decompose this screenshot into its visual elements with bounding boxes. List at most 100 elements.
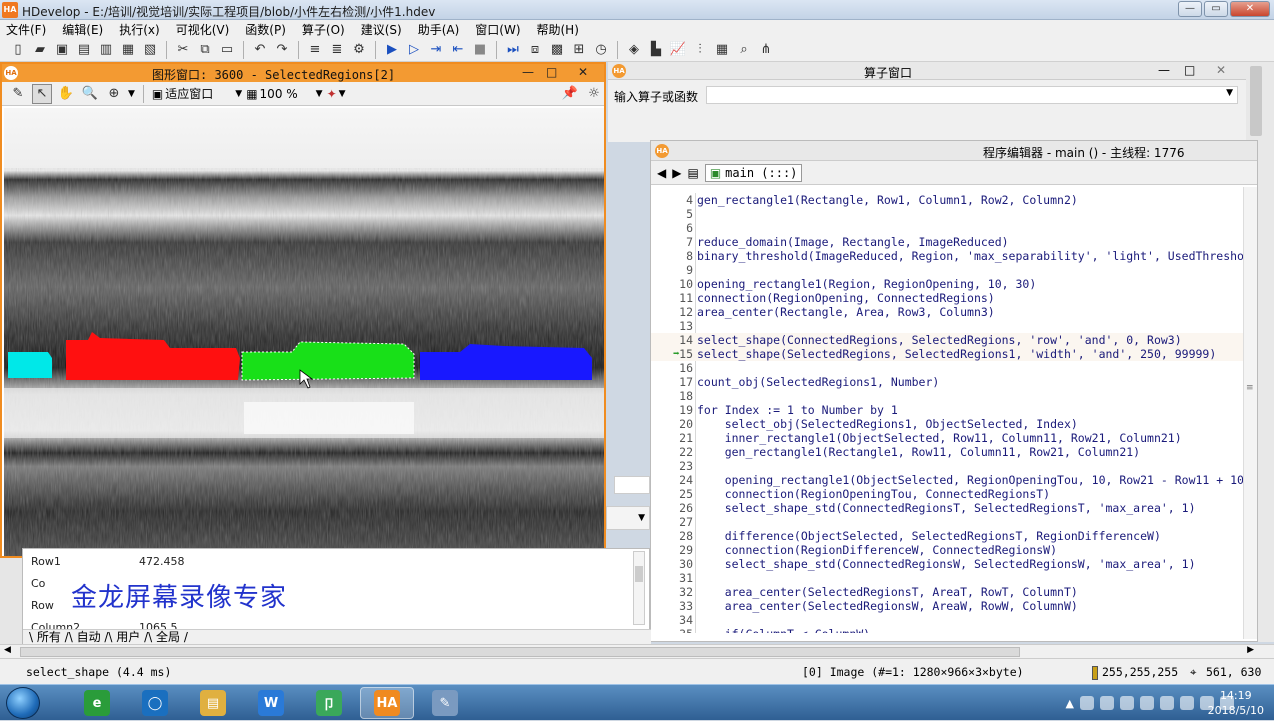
tray-app-icon[interactable]	[1180, 696, 1194, 710]
code-line[interactable]: 24 opening_rectangle1(ObjectSelected, Re…	[651, 473, 1251, 487]
properties-icon[interactable]: ▧	[140, 40, 160, 60]
run-icon[interactable]: ▶	[382, 40, 402, 60]
clock[interactable]: 14:19 2018/5/10	[1208, 688, 1264, 718]
scroll-thumb[interactable]	[20, 647, 1020, 657]
code-line[interactable]: 34	[651, 613, 1251, 627]
chevron-down-icon[interactable]: ▼	[128, 89, 135, 99]
stop-icon[interactable]: ■	[470, 40, 490, 60]
variable-tabs[interactable]: \ 所有 /\ 自动 /\ 用户 /\ 全局 /	[23, 629, 651, 645]
tray-app-icon[interactable]	[1140, 696, 1154, 710]
code-line[interactable]: 12 area_center(Rectangle, Area, Row3, Col…	[651, 305, 1251, 319]
open-example-icon[interactable]: ▣	[52, 40, 72, 60]
scroll-thumb[interactable]	[1250, 66, 1262, 136]
code-line[interactable]: 26 select_shape_std(ConnectedRegionsT, S…	[651, 501, 1251, 515]
code-line[interactable]: 31	[651, 571, 1251, 585]
code-line[interactable]: 6	[651, 221, 1251, 235]
code-line[interactable]: 4 gen_rectangle1(Rectangle, Row1, Column1…	[651, 193, 1251, 207]
code-line[interactable]: 19 for Index := 1 to Number by 1	[651, 403, 1251, 417]
bluetooth-icon[interactable]	[1160, 696, 1174, 710]
graphics-maximize-button[interactable]: □	[546, 65, 557, 79]
tray-app-icon[interactable]	[1080, 696, 1094, 710]
tray-expand-icon[interactable]: ▲	[1066, 697, 1074, 710]
redo-icon[interactable]: ↷	[272, 40, 292, 60]
zoom-dropdown[interactable]: ▦ 100 % ▼	[246, 87, 322, 101]
taskbar-app[interactable]: ◯	[128, 687, 182, 719]
code-line[interactable]: 35 if(ColumnT < ColumnW)	[651, 627, 1251, 633]
activate-icon[interactable]: ⚙	[349, 40, 369, 60]
taskbar-app[interactable]: ✎	[418, 687, 472, 719]
profile-icon[interactable]: ⊞	[569, 40, 589, 60]
inspect-icon[interactable]: ▦	[712, 40, 732, 60]
image-canvas[interactable]	[4, 108, 604, 556]
paste-icon[interactable]: ▭	[217, 40, 237, 60]
zoom-icon[interactable]: ⊕	[104, 84, 124, 104]
cut-icon[interactable]: ✂	[173, 40, 193, 60]
fit-window-dropdown[interactable]: ▣ 适应窗口 ▼	[152, 85, 242, 102]
code-line[interactable]: 28 difference(ObjectSelected, SelectedRe…	[651, 529, 1251, 543]
code-line[interactable]: 33 area_center(SelectedRegionsW, AreaW, …	[651, 599, 1251, 613]
menu-window[interactable]: 窗口(W)	[475, 20, 528, 38]
procedure-selector[interactable]: ▣ main (:::)	[704, 163, 803, 182]
tray-app-icon[interactable]	[1100, 696, 1114, 710]
breakpoint-icon[interactable]: ▩	[547, 40, 567, 60]
operator-minimize-button[interactable]: —	[1158, 63, 1170, 77]
forward-arrow-icon[interactable]: ▶	[672, 166, 681, 180]
menu-help[interactable]: 帮助(H)	[537, 20, 587, 38]
code-line[interactable]: 27	[651, 515, 1251, 529]
code-line[interactable]: 8 binary_threshold(ImageReduced, Region, …	[651, 249, 1251, 263]
pin-icon[interactable]: 📌	[560, 84, 580, 104]
code-line[interactable]: 29 connection(RegionDifferenceW, Connect…	[651, 543, 1251, 557]
code-line[interactable]: 30 select_shape_std(ConnectedRegionsW, S…	[651, 557, 1251, 571]
taskbar-app[interactable]: W	[244, 687, 298, 719]
code-line[interactable]: 18	[651, 389, 1251, 403]
code-line[interactable]: 9	[651, 263, 1251, 277]
feature-histogram-icon[interactable]: 📈	[668, 40, 688, 60]
main-hscroll[interactable]: ◀ ▶	[0, 644, 1274, 658]
step-into-icon[interactable]: ⇥	[426, 40, 446, 60]
scroll-thumb[interactable]	[635, 566, 643, 582]
menu-suggestions[interactable]: 建议(S)	[361, 20, 410, 38]
save-as-icon[interactable]: ▥	[96, 40, 116, 60]
menu-execute[interactable]: 执行(x)	[119, 20, 167, 38]
undo-icon[interactable]: ↶	[250, 40, 270, 60]
start-button[interactable]	[6, 687, 40, 719]
code-line[interactable]: 23	[651, 459, 1251, 473]
menu-edit[interactable]: 编辑(E)	[62, 20, 111, 38]
reset-icon[interactable]: ⏭	[503, 40, 523, 60]
magnifier-icon[interactable]: 🔍	[80, 84, 100, 104]
code-line[interactable]: ➡ 15 select_shape(SelectedRegions, Selecte…	[651, 347, 1251, 361]
code-line[interactable]: 17 count_obj(SelectedRegions1, Number)	[651, 375, 1251, 389]
taskbar-app[interactable]: e	[70, 687, 124, 719]
code-line[interactable]: 11 connection(RegionOpening, ConnectedReg…	[651, 291, 1251, 305]
code-line[interactable]: 14 select_shape(ConnectedRegions, Selecte…	[651, 333, 1251, 347]
print-icon[interactable]: ▦	[118, 40, 138, 60]
chevron-down-icon[interactable]: ▼	[606, 506, 650, 530]
layout-icon[interactable]: ⋔	[756, 40, 776, 60]
copy-icon[interactable]: ⧉	[195, 40, 215, 60]
hand-icon[interactable]: ✋	[56, 84, 76, 104]
code-area[interactable]: 4 gen_rectangle1(Rectangle, Row1, Column1…	[651, 193, 1251, 633]
assistant-icon[interactable]: ◈	[624, 40, 644, 60]
pointer-icon[interactable]: ↖	[32, 83, 52, 104]
clipboard-icon[interactable]: ▤	[687, 166, 698, 180]
gray-histogram-icon[interactable]: ▙	[646, 40, 666, 60]
timer-icon[interactable]: ◷	[591, 40, 611, 60]
back-arrow-icon[interactable]: ◀	[657, 166, 666, 180]
code-line[interactable]: 10 opening_rectangle1(Region, RegionOpeni…	[651, 277, 1251, 291]
comment-icon[interactable]: ≡	[305, 40, 325, 60]
operator-input[interactable]: ▼	[706, 86, 1238, 104]
code-line[interactable]: 20 select_obj(SelectedRegions1, ObjectSe…	[651, 417, 1251, 431]
code-line[interactable]: 7 reduce_domain(Image, Rectangle, ImageRe…	[651, 235, 1251, 249]
menu-visualization[interactable]: 可视化(V)	[176, 20, 238, 38]
close-button[interactable]: ✕	[1230, 1, 1270, 17]
step-over-icon[interactable]: ▷	[404, 40, 424, 60]
code-line[interactable]: 5	[651, 207, 1251, 221]
code-line[interactable]: 16	[651, 361, 1251, 375]
scroll-left-icon[interactable]: ◀	[4, 645, 11, 655]
menu-procedures[interactable]: 函数(P)	[245, 20, 294, 38]
editor-vscroll[interactable]: ≡	[1243, 187, 1257, 639]
open-file-icon[interactable]: ▰	[30, 40, 50, 60]
taskbar-app[interactable]: ▤	[186, 687, 240, 719]
zoom-window-icon[interactable]: ⌕	[734, 40, 754, 60]
pen-icon[interactable]: ✎	[8, 84, 28, 104]
